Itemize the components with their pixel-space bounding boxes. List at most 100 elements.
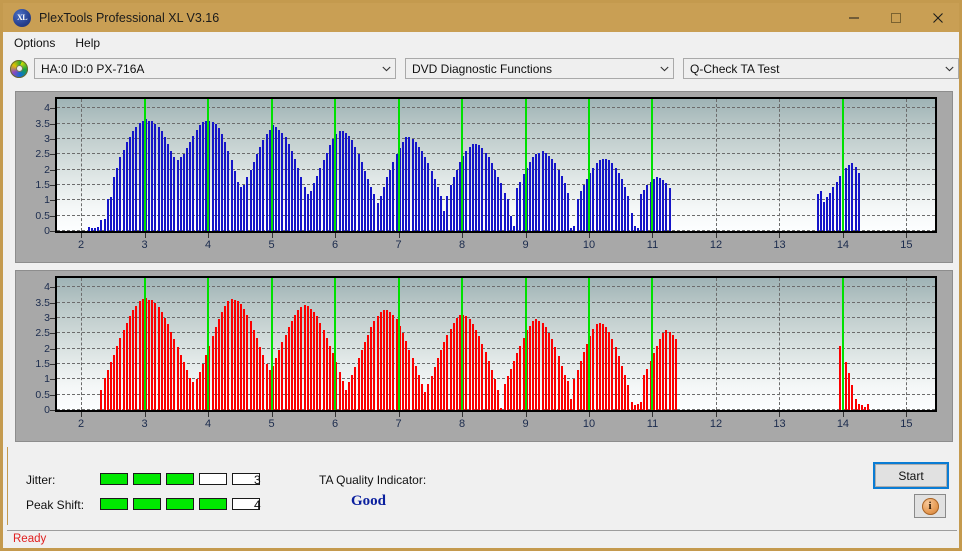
chart-bar: [443, 211, 446, 231]
chart-bar: [373, 320, 376, 410]
chart-bar: [275, 357, 278, 410]
chart-bar: [224, 305, 227, 410]
chart-bar: [103, 377, 106, 410]
marker-line: [397, 99, 400, 231]
window-title: PlexTools Professional XL V3.16: [39, 10, 220, 25]
chart-bar: [487, 157, 490, 231]
x-axis-label: 8: [458, 418, 466, 430]
chart-bar: [465, 151, 468, 231]
chart-bar: [363, 342, 366, 410]
chart-bar: [554, 163, 557, 231]
chart-bar: [598, 322, 601, 410]
chart-bar: [503, 192, 506, 231]
chart-bar: [313, 311, 316, 410]
chart-bar: [845, 168, 848, 231]
chart-bar: [303, 305, 306, 410]
chart-bar: [170, 331, 173, 410]
chart-bar: [249, 320, 252, 410]
chart-bar: [478, 145, 481, 231]
function-select[interactable]: DVD Diagnostic Functions: [405, 58, 675, 79]
x-axis-tick: [589, 412, 590, 417]
chart-bar: [516, 188, 519, 231]
x-axis-tick: [779, 412, 781, 417]
jitter-led-meter: [100, 473, 265, 485]
chart-bar: [97, 227, 100, 231]
chart-bar: [860, 405, 863, 410]
chart-bar: [544, 327, 547, 410]
y-axis-label: 3.5: [35, 117, 50, 130]
chart-bar: [573, 226, 576, 231]
x-axis-label: 6: [332, 418, 339, 430]
close-icon[interactable]: [917, 3, 959, 32]
x-axis-label: 11: [646, 418, 659, 430]
peakshift-y-axis: 0 0.5 1 1.5 2 2.5 3 3.5 4: [16, 271, 55, 417]
led-segment: [100, 473, 128, 485]
chart-bar: [306, 305, 309, 410]
maximize-icon[interactable]: [875, 3, 917, 32]
x-axis-tick: [779, 233, 781, 238]
chart-bar: [449, 328, 452, 410]
chart-bar: [506, 376, 509, 410]
jitter-value: 3: [254, 473, 261, 487]
info-button[interactable]: i: [914, 494, 946, 518]
chart-bar: [109, 362, 112, 410]
chart-bar: [363, 171, 366, 231]
chart-bar: [857, 172, 860, 231]
chart-bar: [367, 334, 370, 410]
chart-bar: [421, 151, 424, 231]
jitter-bars: [57, 99, 935, 231]
x-axis-label: 3: [141, 418, 148, 430]
chart-bar: [452, 322, 455, 410]
chevron-down-icon: [656, 66, 673, 72]
chart-bar: [405, 340, 408, 410]
chart-bar: [252, 161, 255, 231]
test-select[interactable]: Q-Check TA Test: [683, 58, 959, 79]
chart-bar: [471, 324, 474, 410]
chart-bar: [157, 126, 160, 231]
chart-bar: [202, 363, 205, 410]
chart-bar: [633, 405, 636, 410]
chart-bar: [246, 314, 249, 410]
x-axis-label: 9: [522, 239, 529, 251]
chart-bar: [376, 203, 379, 231]
x-axis-tick: [398, 233, 400, 238]
jitter-label: Jitter:: [26, 473, 56, 487]
chart-bar: [227, 151, 230, 231]
chart-bar: [325, 337, 328, 410]
menu-item-help[interactable]: Help: [66, 34, 109, 52]
minimize-icon[interactable]: [833, 3, 875, 32]
chart-bar: [414, 365, 417, 410]
chart-bar: [354, 146, 357, 231]
chart-bar: [300, 307, 303, 410]
chart-bar: [832, 186, 835, 231]
x-axis-label: 7: [395, 239, 402, 251]
chart-bar: [621, 365, 624, 410]
chart-bar: [636, 403, 639, 410]
chart-bar: [389, 169, 392, 231]
chart-bar: [411, 138, 414, 231]
start-button[interactable]: Start: [873, 462, 949, 489]
chart-bar: [519, 181, 522, 231]
chart-bar: [497, 177, 500, 231]
chart-bar: [129, 316, 131, 410]
chart-bar: [563, 374, 566, 410]
menu-item-options[interactable]: Options: [5, 34, 64, 52]
chart-bar: [452, 177, 455, 231]
chart-bar: [455, 317, 458, 410]
chart-bar: [227, 301, 230, 410]
chart-bar: [490, 163, 493, 231]
chart-bar: [864, 406, 867, 410]
jitter-y-axis: 0 0.5 1 1.5 2 2.5 3 3.5 4: [16, 92, 55, 238]
drive-select[interactable]: HA:0 ID:0 PX-716A: [34, 58, 396, 79]
marker-line: [270, 99, 273, 231]
chart-bar: [116, 168, 119, 231]
x-axis-tick: [144, 233, 146, 238]
x-axis-label: 8: [458, 239, 466, 251]
peakshift-x-axis: 2 3 4 5 6 7 8 9 10 11 12 13 14 15: [55, 412, 937, 440]
marker-line: [588, 99, 590, 231]
chart-bar: [344, 390, 347, 410]
chart-bar: [494, 169, 497, 231]
function-select-value: DVD Diagnostic Functions: [412, 61, 553, 76]
chart-bar: [119, 157, 122, 231]
chart-bar: [106, 370, 109, 410]
